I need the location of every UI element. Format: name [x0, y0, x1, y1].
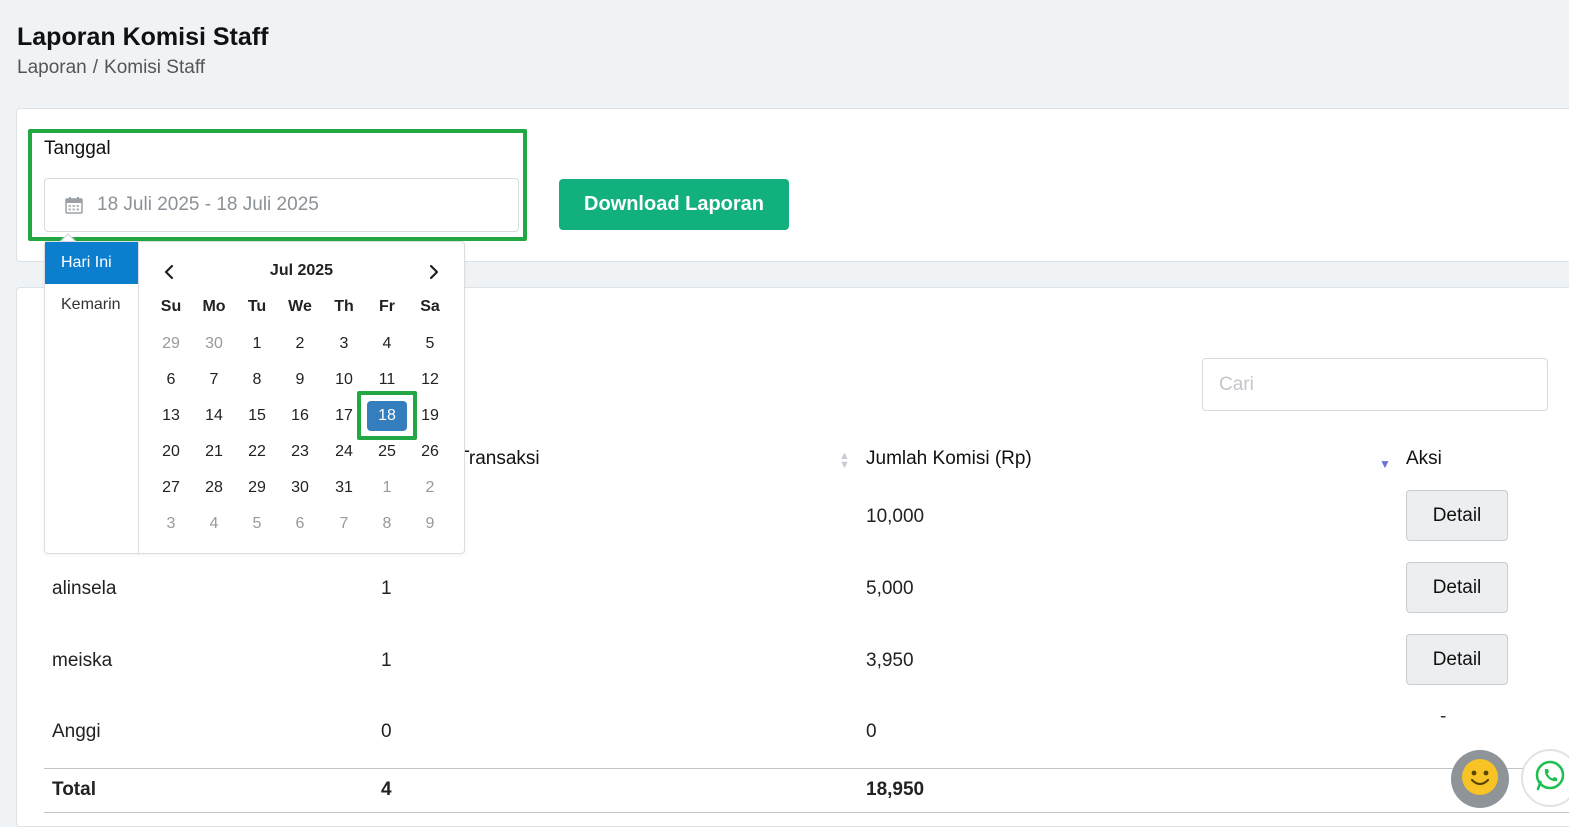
table-row-4-komisi: 0 — [866, 721, 877, 742]
calendar-day[interactable]: 22 — [237, 437, 277, 467]
calendar-day[interactable]: 19 — [410, 401, 450, 431]
date-range-value: 18 Juli 2025 - 18 Juli 2025 — [97, 194, 319, 215]
detail-button[interactable]: Detail — [1406, 634, 1508, 685]
calendar-day[interactable]: 4 — [194, 509, 234, 539]
calendar-header: Jul 2025 — [139, 242, 464, 300]
calendar-day[interactable]: 9 — [280, 365, 320, 395]
calendar-day[interactable]: 17 — [324, 401, 364, 431]
calendar-day[interactable]: 20 — [151, 437, 191, 467]
calendar-day[interactable]: 26 — [410, 437, 450, 467]
no-action-dash: - — [1440, 706, 1447, 727]
weekday-th: Th — [334, 298, 354, 315]
weekday-sa: Sa — [420, 298, 440, 315]
table-row-4-name: Anggi — [52, 721, 101, 742]
calendar-day[interactable]: 3 — [151, 509, 191, 539]
calendar-day[interactable]: 27 — [151, 473, 191, 503]
calendar-day[interactable]: 29 — [151, 329, 191, 359]
total-row-divider — [44, 768, 1569, 769]
calendar-day[interactable]: 15 — [237, 401, 277, 431]
total-komisi: 18,950 — [866, 779, 925, 800]
table-row-3-komisi: 3,950 — [866, 650, 914, 671]
download-report-button[interactable]: Download Laporan — [559, 179, 789, 230]
calendar-day[interactable]: 10 — [324, 365, 364, 395]
calendar-icon — [65, 196, 83, 214]
smiley-icon — [1460, 757, 1500, 802]
weekday-su: Su — [160, 298, 182, 315]
table-row-3-name: meiska — [52, 650, 113, 671]
date-range-input[interactable]: 18 Juli 2025 - 18 Juli 2025 — [44, 178, 519, 232]
calendar-day[interactable]: 6 — [280, 509, 320, 539]
detail-button[interactable]: Detail — [1406, 562, 1508, 613]
calendar-day[interactable]: 5 — [410, 329, 450, 359]
calendar-day[interactable]: 7 — [194, 365, 234, 395]
calendar-day[interactable]: 3 — [324, 329, 364, 359]
total-transaksi: 4 — [381, 779, 392, 800]
weekday-we: We — [288, 298, 312, 315]
search-input[interactable]: Cari — [1202, 358, 1548, 411]
table-row-2-transaksi: 1 — [381, 578, 392, 599]
calendar-day[interactable]: 21 — [194, 437, 234, 467]
calendar-day[interactable]: 7 — [324, 509, 364, 539]
detail-button[interactable]: Detail — [1406, 490, 1508, 541]
chevron-right-icon[interactable] — [424, 262, 444, 282]
breadcrumb-item-laporan[interactable]: Laporan — [17, 57, 87, 78]
calendar-day[interactable]: 30 — [280, 473, 320, 503]
range-kemarin[interactable]: Kemarin — [45, 284, 138, 326]
total-label: Total — [52, 779, 96, 800]
calendar-day[interactable]: 24 — [324, 437, 364, 467]
calendar-day[interactable]: 29 — [237, 473, 277, 503]
calendar-day[interactable]: 11 — [367, 365, 407, 395]
calendar-day[interactable]: 2 — [410, 473, 450, 503]
calendar-day[interactable]: 8 — [367, 509, 407, 539]
calendar-month-label: Jul 2025 — [269, 262, 334, 279]
calendar-day[interactable]: 23 — [280, 437, 320, 467]
calendar-day[interactable]: 13 — [151, 401, 191, 431]
calendar-day[interactable]: 6 — [151, 365, 191, 395]
calendar-day[interactable]: 5 — [237, 509, 277, 539]
header-aksi: Aksi — [1406, 448, 1442, 469]
calendar-day[interactable]: 31 — [324, 473, 364, 503]
table-row-3-transaksi: 1 — [381, 650, 392, 671]
calendar-day[interactable]: 28 — [194, 473, 234, 503]
weekday-fr: Fr — [379, 298, 395, 315]
calendar-day[interactable]: 14 — [194, 401, 234, 431]
date-range-picker: Hari Ini Kemarin Jul 2025 — [44, 241, 465, 554]
calendar-day[interactable]: 4 — [367, 329, 407, 359]
calendar-day[interactable]: 9 — [410, 509, 450, 539]
calendar-day[interactable]: 12 — [410, 365, 450, 395]
header-jumlah-komisi[interactable]: Jumlah Komisi (Rp) — [866, 448, 1032, 470]
whatsapp-icon — [1532, 758, 1568, 799]
table-row-2-name: alinsela — [52, 578, 117, 599]
calendar-day-selected[interactable]: 18 — [367, 401, 407, 431]
table-row-1-komisi: 10,000 — [866, 506, 925, 527]
feedback-button[interactable] — [1451, 750, 1509, 808]
header-transaksi[interactable]: Transaksi — [458, 448, 540, 470]
calendar-day[interactable]: 1 — [367, 473, 407, 503]
breadcrumb-item-komisi-staff: Komisi Staff — [104, 57, 206, 78]
calendar-day[interactable]: 30 — [194, 329, 234, 359]
table-row-4-transaksi: 0 — [381, 721, 392, 742]
table-row-2-komisi: 5,000 — [866, 578, 914, 599]
picker-ranges: Hari Ini Kemarin — [45, 242, 139, 553]
range-hari-ini[interactable]: Hari Ini — [45, 242, 138, 284]
search-placeholder: Cari — [1219, 373, 1254, 395]
page-title: Laporan Komisi Staff — [17, 23, 269, 51]
breadcrumb-separator: / — [92, 57, 99, 78]
calendar-day[interactable]: 1 — [237, 329, 277, 359]
calendar-day[interactable]: 16 — [280, 401, 320, 431]
table-bottom-divider — [44, 812, 1569, 813]
breadcrumb: Laporan / Komisi Staff — [17, 56, 268, 80]
calendar-day[interactable]: 8 — [237, 365, 277, 395]
page-header: Laporan Komisi Staff Laporan / Komisi Staf… — [17, 22, 268, 80]
date-label: Tanggal — [44, 138, 111, 159]
calendar-day[interactable]: 2 — [280, 329, 320, 359]
sort-down-icon[interactable]: ▼ — [1379, 458, 1391, 470]
weekday-mo: Mo — [202, 298, 226, 315]
weekday-tu: Tu — [247, 298, 267, 315]
calendar-day[interactable]: 25 — [367, 437, 407, 467]
sort-icon[interactable]: ▲ ▼ — [839, 451, 850, 471]
